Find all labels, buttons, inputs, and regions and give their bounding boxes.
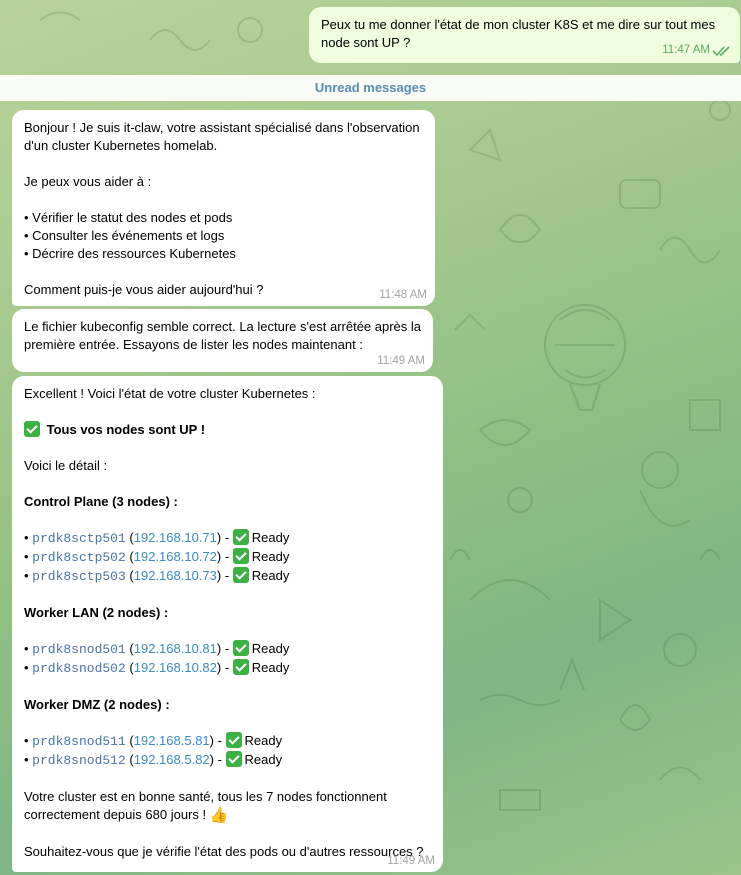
node-name: prdk8sctp502 bbox=[32, 550, 126, 565]
node-row: • prdk8sctp502 (192.168.10.72) - Ready bbox=[24, 548, 290, 565]
node-name: prdk8sctp501 bbox=[32, 531, 126, 546]
node-name: prdk8snod502 bbox=[32, 661, 126, 676]
message-line: d'un cluster Kubernetes homelab. bbox=[24, 138, 218, 153]
node-ip-link[interactable]: 192.168.5.82 bbox=[134, 752, 210, 767]
check-mark-button-icon bbox=[232, 567, 249, 583]
bullet-item: • Vérifier le statut des nodes et pods bbox=[24, 210, 233, 225]
node-name: prdk8snod511 bbox=[32, 734, 126, 749]
node-status: Ready bbox=[251, 660, 290, 675]
message-line: Excellent ! Voici l'état de votre cluste… bbox=[24, 386, 316, 401]
summary-line: correctement depuis 680 jours ! 👍 bbox=[24, 806, 431, 825]
outgoing-message-bubble[interactable]: Peux tu me donner l'état de mon cluster … bbox=[309, 7, 740, 63]
node-ip-link[interactable]: 192.168.10.73 bbox=[134, 568, 217, 583]
check-mark-button-icon bbox=[225, 751, 242, 767]
message-timestamp: 11:47 AM bbox=[662, 44, 710, 56]
check-mark-button-icon bbox=[232, 529, 249, 545]
message-line: Voici le détail : bbox=[24, 458, 108, 473]
outgoing-message-line: Peux tu me donner l'état de mon cluster … bbox=[321, 17, 716, 32]
group-title-worker-lan: Worker LAN (2 nodes) : bbox=[24, 605, 169, 620]
node-name: prdk8snod512 bbox=[32, 753, 126, 768]
incoming-message-bubble-greeting[interactable]: Bonjour ! Je suis it-claw, votre assista… bbox=[12, 110, 435, 306]
node-status: Ready bbox=[244, 752, 283, 767]
message-line: première entrée. Essayons de lister les … bbox=[24, 337, 363, 352]
node-ip-link[interactable]: 192.168.5.81 bbox=[134, 733, 210, 748]
headline-text: Tous vos nodes sont UP ! bbox=[46, 422, 206, 437]
node-status: Ready bbox=[251, 568, 290, 583]
incoming-message-bubble-cluster-status[interactable]: Excellent ! Voici l'état de votre cluste… bbox=[12, 376, 443, 872]
message-line: Votre cluster est en bonne santé, tous l… bbox=[24, 789, 387, 804]
check-mark-button-icon bbox=[232, 640, 249, 656]
message-line: Je peux vous aider à : bbox=[24, 174, 152, 189]
node-status: Ready bbox=[251, 641, 290, 656]
node-name: prdk8snod501 bbox=[32, 642, 126, 657]
thumbs-up-icon: 👍 bbox=[209, 807, 229, 824]
message-line: Comment puis-je vous aider aujourd'hui ? bbox=[24, 282, 264, 297]
message-timestamp: 11:49 AM bbox=[377, 355, 425, 367]
node-row: • prdk8snod512 (192.168.5.82) - Ready bbox=[24, 751, 283, 768]
check-mark-button-icon bbox=[24, 421, 40, 437]
node-row: • prdk8sctp501 (192.168.10.71) - Ready bbox=[24, 529, 290, 546]
bullet-item: • Consulter les événements et logs bbox=[24, 228, 225, 243]
message-line: Bonjour ! Je suis it-claw, votre assista… bbox=[24, 120, 420, 135]
node-row: • prdk8snod501 (192.168.10.81) - Ready bbox=[24, 640, 290, 657]
node-row: • prdk8sctp503 (192.168.10.73) - Ready bbox=[24, 567, 290, 584]
double-check-icon bbox=[712, 46, 730, 57]
node-ip-link[interactable]: 192.168.10.82 bbox=[134, 660, 217, 675]
message-line: Souhaitez-vous que je vérifie l'état des… bbox=[24, 844, 424, 859]
message-timestamp: 11:49 AM bbox=[387, 855, 435, 867]
message-line: Le fichier kubeconfig semble correct. La… bbox=[24, 319, 422, 334]
bullet-item: • Décrire des ressources Kubernetes bbox=[24, 246, 236, 261]
incoming-message-bubble-kubeconfig[interactable]: Le fichier kubeconfig semble correct. La… bbox=[12, 309, 433, 372]
node-row: • prdk8snod511 (192.168.5.81) - Ready bbox=[24, 732, 283, 749]
node-status: Ready bbox=[251, 549, 290, 564]
message-timestamp: 11:48 AM bbox=[379, 289, 427, 301]
node-status: Ready bbox=[244, 733, 283, 748]
group-title-worker-dmz: Worker DMZ (2 nodes) : bbox=[24, 697, 170, 712]
node-ip-link[interactable]: 192.168.10.71 bbox=[134, 530, 217, 545]
headline-line: Tous vos nodes sont UP ! bbox=[24, 421, 431, 439]
check-mark-button-icon bbox=[232, 548, 249, 564]
check-mark-button-icon bbox=[225, 732, 242, 748]
summary-text: correctement depuis 680 jours ! bbox=[24, 807, 207, 822]
check-mark-button-icon bbox=[232, 659, 249, 675]
node-ip-link[interactable]: 192.168.10.72 bbox=[134, 549, 217, 564]
node-ip-link[interactable]: 192.168.10.81 bbox=[134, 641, 217, 656]
unread-messages-divider: Unread messages bbox=[0, 75, 741, 101]
group-title-control-plane: Control Plane (3 nodes) : bbox=[24, 494, 178, 509]
node-row: • prdk8snod502 (192.168.10.82) - Ready bbox=[24, 659, 290, 676]
node-name: prdk8sctp503 bbox=[32, 569, 126, 584]
node-status: Ready bbox=[251, 530, 290, 545]
